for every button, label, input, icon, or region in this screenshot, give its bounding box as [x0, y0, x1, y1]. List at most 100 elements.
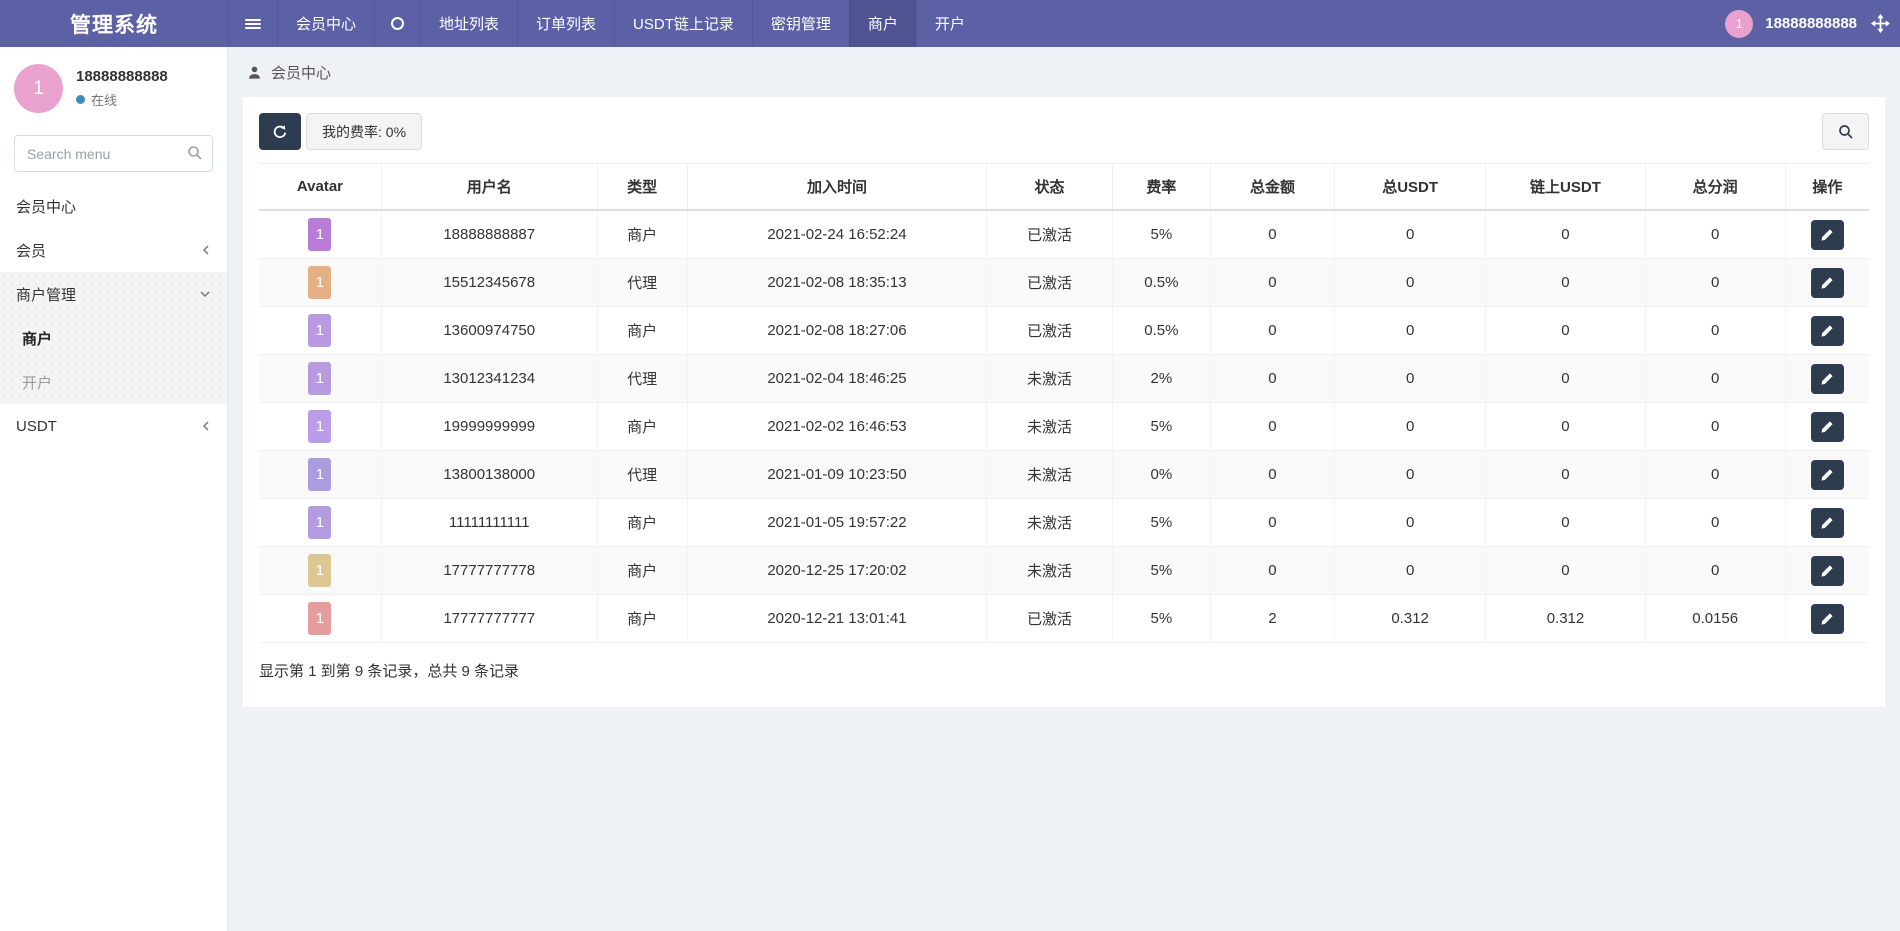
chevron-left-icon — [201, 244, 211, 256]
pencil-icon — [1820, 228, 1834, 242]
sidebar-item-usdt[interactable]: USDT — [0, 404, 227, 448]
cell-total-amount: 0 — [1210, 355, 1334, 403]
cell-username: 13012341234 — [381, 355, 597, 403]
cell-total-profit: 0 — [1645, 210, 1785, 259]
sidebar: 1 18888888888 在线 会员中心 会员 — [0, 47, 228, 931]
cell-type: 代理 — [597, 259, 687, 307]
cell-total-usdt: 0 — [1334, 403, 1485, 451]
table-row: 1 13800138000 代理 2021-01-09 10:23:50 未激活… — [259, 451, 1869, 499]
navbar-username[interactable]: 18888888888 — [1765, 15, 1857, 32]
chevron-down-icon — [199, 289, 211, 299]
cell-total-profit: 0 — [1645, 307, 1785, 355]
row-avatar: 1 — [308, 410, 331, 443]
cell-status: 已激活 — [987, 307, 1113, 355]
cell-status: 已激活 — [987, 595, 1113, 643]
row-avatar: 1 — [308, 554, 331, 587]
nav-item-circle[interactable] — [374, 0, 420, 47]
search-icon — [1838, 124, 1854, 140]
cell-total-amount: 2 — [1210, 595, 1334, 643]
cell-total-amount: 0 — [1210, 259, 1334, 307]
cell-type: 商户 — [597, 595, 687, 643]
cell-type: 商户 — [597, 499, 687, 547]
cell-rate: 0.5% — [1112, 307, 1210, 355]
sidebar-toggle-button[interactable] — [228, 0, 277, 47]
nav-item-order-list[interactable]: 订单列表 — [517, 0, 614, 47]
row-avatar: 1 — [308, 266, 331, 299]
nav-item-open-account[interactable]: 开户 — [916, 0, 983, 47]
edit-button[interactable] — [1811, 268, 1844, 298]
cell-rate: 5% — [1112, 210, 1210, 259]
cell-status: 未激活 — [987, 499, 1113, 547]
fullscreen-button[interactable] — [1869, 14, 1892, 33]
pencil-icon — [1820, 564, 1834, 578]
cell-total-amount: 0 — [1210, 403, 1334, 451]
edit-button[interactable] — [1811, 364, 1844, 394]
pencil-icon — [1820, 612, 1834, 626]
sidebar-item-merchant[interactable]: 商户 — [0, 316, 227, 360]
cell-join-time: 2021-02-02 16:46:53 — [687, 403, 986, 451]
cell-total-usdt: 0 — [1334, 451, 1485, 499]
sidebar-item-member-center[interactable]: 会员中心 — [0, 184, 227, 228]
sidebar-group-merchant-management: 商户管理 商户 开户 — [0, 272, 227, 404]
profile-name: 18888888888 — [76, 68, 168, 85]
cell-rate: 0% — [1112, 451, 1210, 499]
my-rate-button[interactable]: 我的费率: 0% — [306, 113, 422, 150]
profile-status: 在线 — [76, 90, 168, 109]
cell-rate: 5% — [1112, 595, 1210, 643]
table-row: 1 13600974750 商户 2021-02-08 18:27:06 已激活… — [259, 307, 1869, 355]
nav-item-member-center[interactable]: 会员中心 — [277, 0, 374, 47]
table-row: 1 13012341234 代理 2021-02-04 18:46:25 未激活… — [259, 355, 1869, 403]
cell-total-usdt: 0 — [1334, 355, 1485, 403]
row-avatar: 1 — [308, 506, 331, 539]
toolbar: 我的费率: 0% — [259, 113, 1869, 150]
cell-status: 未激活 — [987, 403, 1113, 451]
cell-chain-usdt: 0.312 — [1486, 595, 1645, 643]
cell-total-profit: 0 — [1645, 451, 1785, 499]
pencil-icon — [1820, 516, 1834, 530]
sidebar-search-input[interactable] — [14, 135, 213, 172]
sidebar-item-member[interactable]: 会员 — [0, 228, 227, 272]
navbar-avatar[interactable]: 1 — [1725, 10, 1753, 38]
cell-total-profit: 0 — [1645, 403, 1785, 451]
cell-rate: 5% — [1112, 499, 1210, 547]
cell-chain-usdt: 0 — [1486, 451, 1645, 499]
cell-join-time: 2021-02-24 16:52:24 — [687, 210, 986, 259]
cell-chain-usdt: 0 — [1486, 259, 1645, 307]
pencil-icon — [1820, 324, 1834, 338]
refresh-button[interactable] — [259, 113, 301, 150]
cell-total-amount: 0 — [1210, 451, 1334, 499]
nav-item-merchant[interactable]: 商户 — [849, 0, 916, 47]
row-avatar: 1 — [308, 602, 331, 635]
cell-total-profit: 0 — [1645, 547, 1785, 595]
cell-username: 13600974750 — [381, 307, 597, 355]
edit-button[interactable] — [1811, 316, 1844, 346]
nav-item-address-list[interactable]: 地址列表 — [420, 0, 517, 47]
cell-chain-usdt: 0 — [1486, 355, 1645, 403]
sidebar-item-open-account[interactable]: 开户 — [0, 360, 227, 404]
nav-item-key-management[interactable]: 密钥管理 — [752, 0, 849, 47]
table-row: 1 19999999999 商户 2021-02-02 16:46:53 未激活… — [259, 403, 1869, 451]
edit-button[interactable] — [1811, 220, 1844, 250]
cell-total-usdt: 0 — [1334, 210, 1485, 259]
edit-button[interactable] — [1811, 460, 1844, 490]
cell-join-time: 2021-02-08 18:27:06 — [687, 307, 986, 355]
fullscreen-arrows-icon — [1871, 14, 1890, 33]
edit-button[interactable] — [1811, 604, 1844, 634]
cell-total-profit: 0 — [1645, 355, 1785, 403]
sidebar-item-merchant-management[interactable]: 商户管理 — [0, 272, 227, 316]
edit-button[interactable] — [1811, 412, 1844, 442]
nav-item-usdt-chain-records[interactable]: USDT链上记录 — [614, 0, 752, 47]
cell-chain-usdt: 0 — [1486, 403, 1645, 451]
top-navbar: 管理系统 会员中心 地址列表 订单列表 USDT链上记录 密钥管理 商户 开户 … — [0, 0, 1900, 47]
cell-total-usdt: 0.312 — [1334, 595, 1485, 643]
edit-button[interactable] — [1811, 556, 1844, 586]
cell-rate: 5% — [1112, 403, 1210, 451]
table-row: 1 17777777778 商户 2020-12-25 17:20:02 未激活… — [259, 547, 1869, 595]
profile-avatar: 1 — [14, 64, 63, 113]
edit-button[interactable] — [1811, 508, 1844, 538]
navbar-user-area: 1 18888888888 — [1725, 0, 1900, 47]
table-search-button[interactable] — [1822, 113, 1869, 150]
navbar-menu: 会员中心 地址列表 订单列表 USDT链上记录 密钥管理 商户 开户 — [228, 0, 983, 47]
header-avatar: Avatar — [259, 164, 381, 211]
breadcrumb: 会员中心 — [228, 47, 1900, 97]
